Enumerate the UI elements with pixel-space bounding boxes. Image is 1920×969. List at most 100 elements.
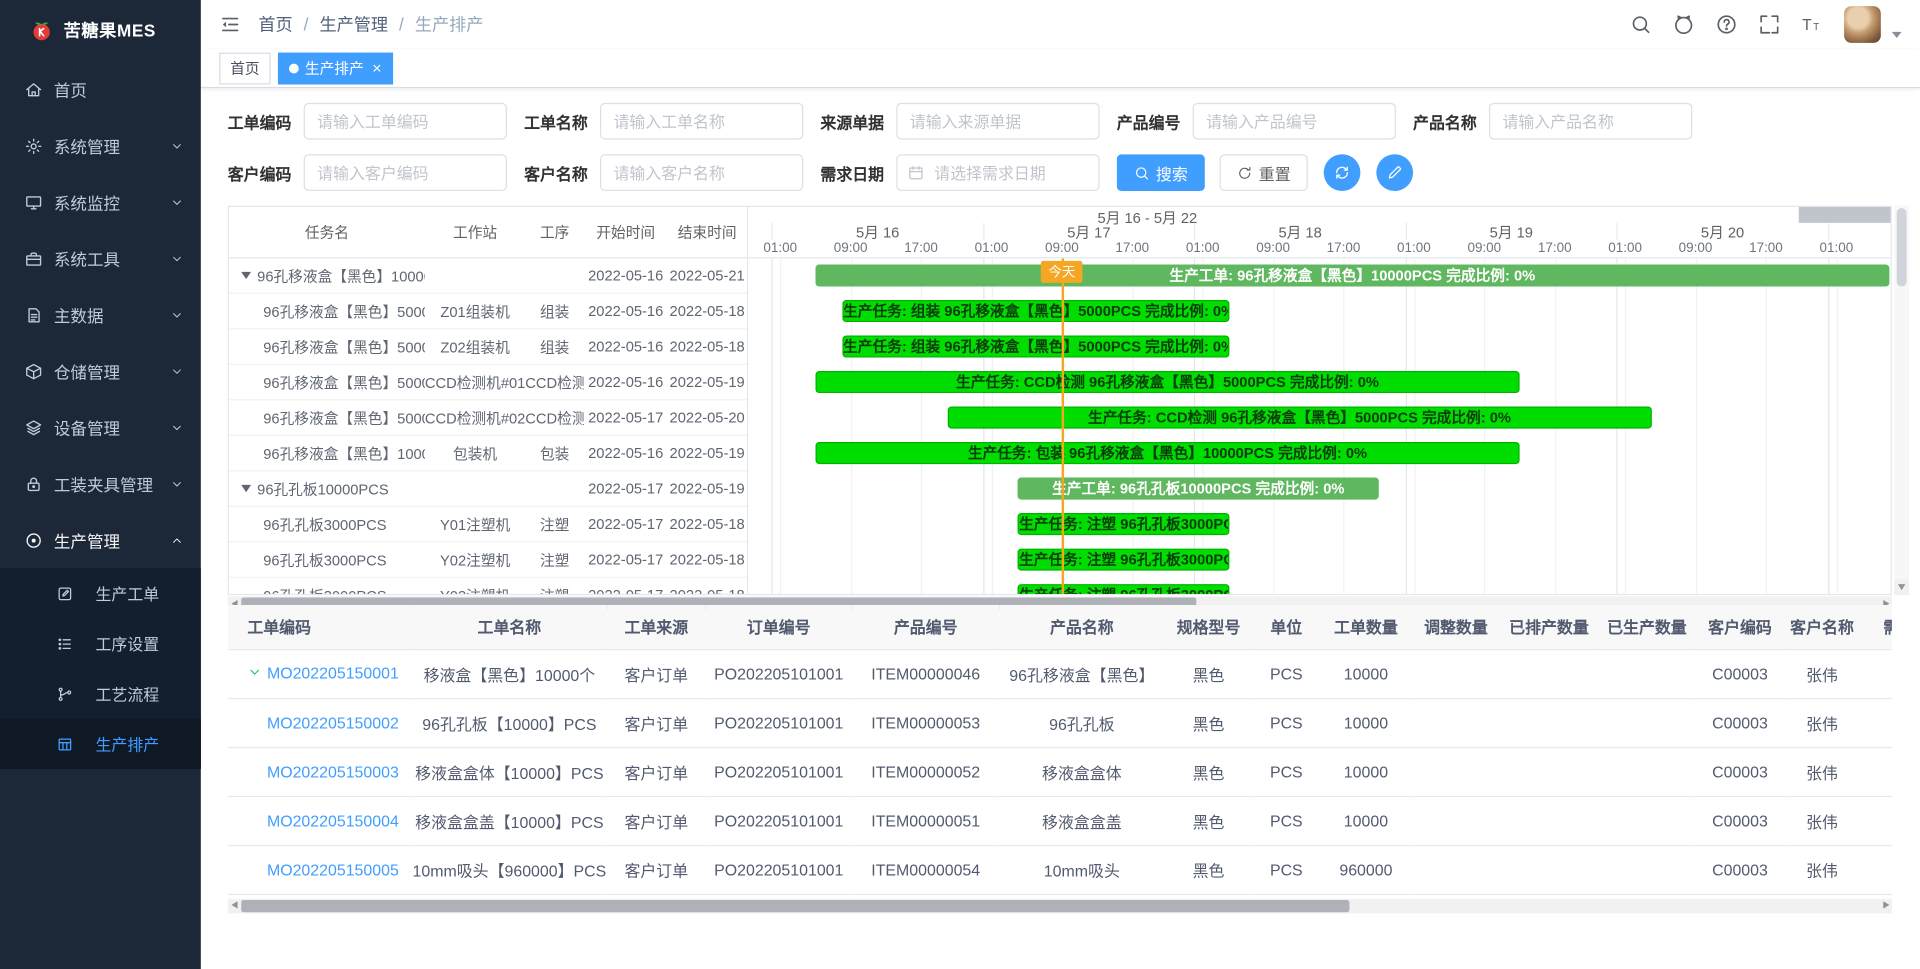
sidebar-item-production-management[interactable]: 生产管理	[0, 512, 201, 568]
github-icon[interactable]	[1673, 13, 1695, 35]
order-code-link[interactable]: MO202205150001	[267, 664, 399, 682]
gantt-task-row[interactable]: 96孔孔板3000PCSY03注塑机注塑2022-05-172022-05-18	[229, 578, 747, 595]
cell-scheduled	[1500, 845, 1598, 894]
order-code-link[interactable]: MO202205150003	[267, 762, 399, 780]
sidebar-item-master-data[interactable]: 主数据	[0, 287, 201, 343]
menu-fold-icon[interactable]	[219, 13, 241, 35]
gantt-bar-order[interactable]: 生产工单: 96孔孔板10000PCS 完成比例: 0%	[1018, 478, 1379, 500]
scroll-right-arrow-icon[interactable]	[1878, 898, 1891, 913]
filter-input-work-order-code[interactable]	[304, 103, 507, 140]
caret-down-icon[interactable]	[241, 272, 251, 279]
layers-icon	[24, 418, 42, 436]
gantt-bar-order[interactable]: 生产工单: 96孔移液盒【黑色】10000PCS 完成比例: 0%	[815, 264, 1889, 286]
sidebar-item-system-monitor[interactable]: 系统监控	[0, 174, 201, 230]
gantt-task-row[interactable]: 96孔孔板3000PCSY01注塑机注塑2022-05-172022-05-18	[229, 507, 747, 543]
gantt-bar-label: 生产任务: 组装 96孔移液盒【黑色】5000PCS 完成比例: 0%	[843, 337, 1229, 357]
order-code-link[interactable]: MO202205150002	[267, 713, 399, 731]
order-code-link[interactable]: MO202205150005	[267, 860, 399, 878]
gantt-cell-start: 2022-05-17	[584, 480, 667, 497]
cell-adjust	[1412, 796, 1500, 845]
font-size-icon[interactable]: TT	[1801, 13, 1823, 35]
filter-input-demand-date[interactable]	[896, 154, 1099, 191]
cell-source: 客户订单	[607, 796, 705, 845]
sidebar-item-production-scheduling[interactable]: 生产排产	[0, 719, 201, 769]
fullscreen-icon[interactable]	[1758, 13, 1780, 35]
breadcrumb-item[interactable]: 首页	[258, 12, 292, 36]
gantt-left-body: 96孔移液盒【黑色】10000PCS2022-05-162022-05-2196…	[229, 258, 747, 595]
gantt-day-label	[1828, 223, 1892, 240]
filter-input-product-name[interactable]	[1489, 103, 1692, 140]
column-header: 工单数量	[1320, 605, 1412, 649]
sidebar: 苦糖果MES 首页系统管理系统监控系统工具主数据仓储管理设备管理工装夹具管理生产…	[0, 0, 201, 969]
gantt-task-row[interactable]: 96孔移液盒【黑色】5000PCSCCD检测机#02CCD检测2022-05-1…	[229, 400, 747, 436]
scroll-left-arrow-icon[interactable]	[228, 898, 241, 913]
gantt-task-row[interactable]: 96孔孔板10000PCS2022-05-172022-05-19	[229, 471, 747, 507]
cell-product_no: ITEM00000053	[852, 698, 999, 747]
scrollbar-thumb[interactable]	[241, 899, 1349, 911]
scrollbar-thumb[interactable]	[1897, 208, 1907, 286]
close-icon[interactable]: ×	[372, 60, 381, 76]
tab-home[interactable]: 首页	[219, 52, 270, 84]
expand-chevron-icon[interactable]	[247, 665, 267, 683]
gantt-day-label: 5月 17	[983, 223, 1194, 240]
tools-icon	[24, 249, 42, 267]
gantt-task-row[interactable]: 96孔孔板3000PCSY02注塑机注塑2022-05-172022-05-18	[229, 542, 747, 578]
filter-input-customer-name[interactable]	[600, 154, 803, 191]
gantt-bar-task[interactable]: 生产任务: CCD检测 96孔移液盒【黑色】5000PCS 完成比例: 0%	[815, 371, 1519, 393]
filter-input-product-code[interactable]	[1193, 103, 1396, 140]
gantt-time-label: 09:00	[1679, 241, 1713, 256]
cell-unit: PCS	[1253, 649, 1320, 698]
sidebar-item-warehouse-management[interactable]: 仓储管理	[0, 343, 201, 399]
search-icon[interactable]	[1630, 13, 1652, 35]
gantt-bar-task[interactable]: 生产任务: 注塑 96孔孔板3000PCS 完成比例: 0%	[1018, 584, 1229, 595]
orders-horizontal-scrollbar[interactable]	[228, 898, 1892, 913]
gantt-column-header: 任务名	[229, 222, 425, 243]
cell-product_no: ITEM00000054	[852, 845, 999, 894]
filter-input-customer-code[interactable]	[304, 154, 507, 191]
filter-form: 工单编码工单名称来源单据产品编号产品名称 客户编码客户名称需求日期搜索重置	[201, 88, 1920, 191]
order-code-link[interactable]: MO202205150004	[267, 811, 399, 829]
sidebar-item-process-flow[interactable]: 工艺流程	[0, 669, 201, 719]
sidebar-item-equipment-management[interactable]: 设备管理	[0, 399, 201, 455]
avatar[interactable]	[1844, 6, 1881, 43]
search-button[interactable]: 搜索	[1117, 154, 1205, 191]
edit-schedule-button[interactable]	[1376, 154, 1413, 191]
sidebar-item-system-tools[interactable]: 系统工具	[0, 230, 201, 286]
cell-source: 客户订单	[607, 649, 705, 698]
caret-down-icon[interactable]	[241, 485, 251, 492]
filter-input-work-order-name[interactable]	[600, 103, 803, 140]
refresh-schedule-button[interactable]	[1324, 154, 1361, 191]
today-line	[1062, 258, 1064, 595]
sidebar-item-production-order[interactable]: 生产工单	[0, 568, 201, 618]
gantt-time-label: 17:00	[1749, 241, 1783, 256]
gantt-task-row[interactable]: 96孔移液盒【黑色】10000PCS2022-05-162022-05-21	[229, 258, 747, 294]
gantt-bar-task[interactable]: 生产任务: 组装 96孔移液盒【黑色】5000PCS 完成比例: 0%	[842, 300, 1229, 322]
gantt-bar-task[interactable]: 生产任务: 注塑 96孔孔板3000PCS 完成比例: 0%	[1018, 513, 1229, 535]
gantt-bar-task[interactable]: 生产任务: 组装 96孔移液盒【黑色】5000PCS 完成比例: 0%	[842, 336, 1229, 358]
scroll-down-arrow-icon[interactable]	[1894, 579, 1909, 595]
sidebar-item-home[interactable]: 首页	[0, 61, 201, 117]
gantt-vertical-scrollbar[interactable]	[1894, 206, 1909, 595]
gantt-bar-task[interactable]: 生产任务: CCD检测 96孔移液盒【黑色】5000PCS 完成比例: 0%	[947, 407, 1651, 429]
tab-production-scheduling[interactable]: 生产排产×	[278, 52, 393, 84]
app-logo[interactable]: 苦糖果MES	[0, 0, 201, 61]
gantt-cell-station: 包装机	[425, 443, 525, 464]
sidebar-item-system-management[interactable]: 系统管理	[0, 118, 201, 174]
sidebar-item-fixture-management[interactable]: 工装夹具管理	[0, 456, 201, 512]
order-code-cell: MO202205150005	[228, 845, 412, 894]
reset-button[interactable]: 重置	[1220, 154, 1308, 191]
gantt-bar-task[interactable]: 生产任务: 注塑 96孔孔板3000PCS 完成比例: 0%	[1018, 549, 1229, 571]
gantt-task-row[interactable]: 96孔移液盒【黑色】5000PCSZ01组装机组装2022-05-162022-…	[229, 294, 747, 330]
gantt-task-row[interactable]: 96孔移液盒【黑色】5000PCSCCD检测机#01CCD检测2022-05-1…	[229, 365, 747, 401]
sidebar-item-process-settings[interactable]: 工序设置	[0, 618, 201, 668]
navbar-actions: TT	[1630, 6, 1902, 43]
help-icon[interactable]	[1716, 13, 1738, 35]
gantt-bar-task[interactable]: 生产任务: 包装 96孔移液盒【黑色】10000PCS 完成比例: 0%	[815, 442, 1519, 464]
task-name-text: 96孔移液盒【黑色】10000PCS	[257, 265, 425, 286]
gantt-task-row[interactable]: 96孔移液盒【黑色】5000PCSZ02组装机组装2022-05-162022-…	[229, 329, 747, 365]
filter-input-source-document[interactable]	[896, 103, 1099, 140]
gantt-left-header: 任务名工作站工序开始时间结束时间	[229, 207, 747, 258]
gantt-task-row[interactable]: 96孔移液盒【黑色】10000PCS包装机包装2022-05-162022-05…	[229, 436, 747, 472]
gantt-day-label: 5月 16	[771, 223, 982, 240]
breadcrumb-item[interactable]: 生产管理	[319, 12, 388, 36]
